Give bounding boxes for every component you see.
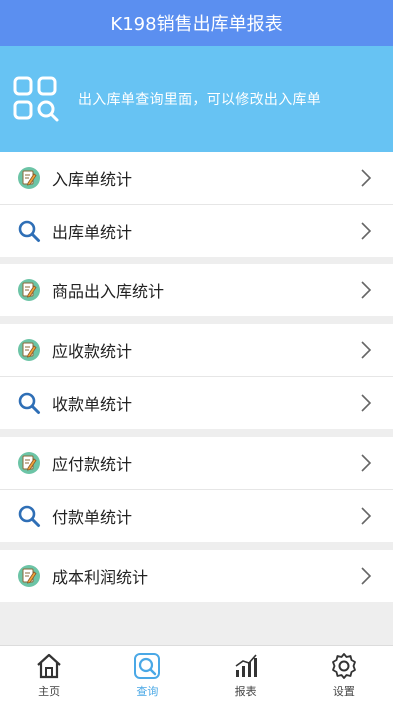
gear-icon	[331, 653, 356, 679]
edit-note-icon	[18, 452, 40, 474]
chart-icon	[235, 654, 257, 677]
tab-label: 主页	[38, 685, 61, 698]
info-banner: 出入库单查询里面，可以修改出入库单	[0, 46, 393, 152]
edit-note-icon	[18, 339, 40, 361]
menu-item-label: 成本利润统计	[52, 568, 149, 587]
edit-note-icon	[18, 167, 40, 189]
tab-settings[interactable]: 设置	[295, 646, 393, 701]
chevron-right-icon	[361, 394, 372, 412]
chevron-right-icon	[361, 169, 372, 187]
menu-item-label: 出库单统计	[52, 223, 133, 242]
menu-item-label: 收款单统计	[52, 395, 133, 414]
menu-item-cost-profit-stats[interactable]: 成本利润统计	[0, 550, 393, 602]
tab-label: 报表	[234, 685, 257, 698]
edit-note-icon	[18, 565, 40, 587]
menu-item-label: 商品出入库统计	[52, 282, 165, 301]
tab-label: 设置	[332, 685, 355, 698]
tab-report[interactable]: 报表	[197, 646, 295, 701]
tab-home[interactable]: 主页	[0, 646, 98, 701]
magnifier-icon	[18, 505, 40, 527]
menu-group-inbound-outbound: 入库单统计 出库单统计	[0, 152, 393, 257]
menu-item-payment-stats[interactable]: 付款单统计	[0, 489, 393, 542]
menu-item-goods-inout-stats[interactable]: 商品出入库统计	[0, 264, 393, 316]
tab-label: 查询	[136, 685, 159, 698]
chevron-right-icon	[361, 454, 372, 472]
home-icon	[37, 653, 61, 679]
chevron-right-icon	[361, 341, 372, 359]
magnifier-icon	[18, 392, 40, 414]
menu-item-inbound-stats[interactable]: 入库单统计	[0, 152, 393, 204]
menu-group-profit: 成本利润统计	[0, 550, 393, 602]
page-title: K198销售出库单报表	[110, 14, 283, 35]
title-bar: K198销售出库单报表	[0, 0, 393, 46]
edit-note-icon	[18, 279, 40, 301]
menu-item-label: 付款单统计	[52, 508, 133, 527]
banner-text: 出入库单查询里面，可以修改出入库单	[78, 92, 322, 108]
menu-group-payables: 应付款统计 付款单统计	[0, 437, 393, 542]
menu-item-payable-stats[interactable]: 应付款统计	[0, 437, 393, 489]
search-tab-icon	[134, 653, 161, 679]
menu-item-label: 应收款统计	[52, 342, 133, 361]
menu-item-label: 入库单统计	[52, 170, 133, 189]
magnifier-icon	[18, 220, 40, 242]
chevron-right-icon	[361, 222, 372, 240]
menu-item-outbound-stats[interactable]: 出库单统计	[0, 204, 393, 257]
chevron-right-icon	[361, 507, 372, 525]
menu-group-goods: 商品出入库统计	[0, 264, 393, 316]
bottom-tab-bar: 主页 查询 报表 设置	[0, 645, 393, 701]
menu-group-receivables: 应收款统计 收款单统计	[0, 324, 393, 429]
chevron-right-icon	[361, 281, 372, 299]
menu-item-receivable-stats[interactable]: 应收款统计	[0, 324, 393, 376]
chevron-right-icon	[361, 567, 372, 585]
menu-item-label: 应付款统计	[52, 455, 133, 474]
grid-search-icon	[13, 76, 59, 122]
menu-item-receipt-stats[interactable]: 收款单统计	[0, 376, 393, 429]
tab-query[interactable]: 查询	[98, 646, 196, 701]
